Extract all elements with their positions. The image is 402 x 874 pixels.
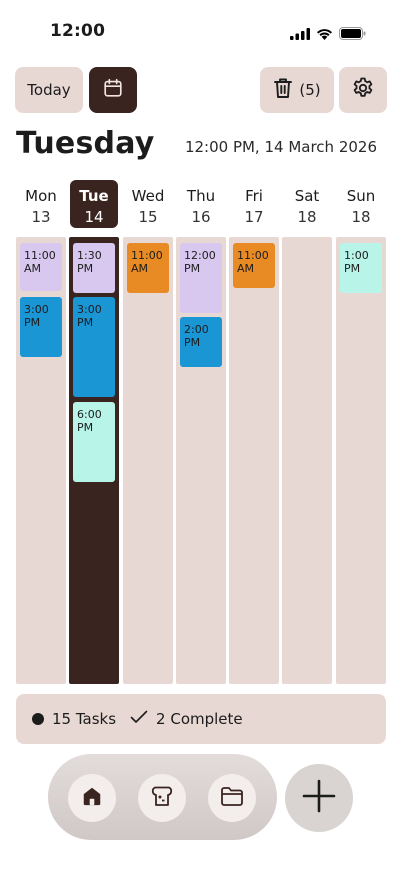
day-column-sun[interactable]: 1:00 PM: [336, 237, 386, 684]
status-bar: 12:00: [0, 0, 402, 62]
day-name: Fri: [245, 187, 263, 205]
tasks-dot-icon: [32, 713, 44, 725]
day-column-tue[interactable]: 1:30 PM 3:00 PM 6:00 PM: [69, 237, 119, 684]
nav-bread-button[interactable]: [138, 774, 186, 822]
day-number: 15: [138, 208, 158, 226]
event-block[interactable]: 1:00 PM: [340, 243, 382, 293]
day-column-mon[interactable]: 11:00 AM 3:00 PM: [16, 237, 66, 684]
settings-button[interactable]: [339, 67, 387, 113]
home-icon: [81, 785, 103, 811]
event-block[interactable]: 11:00 AM: [233, 243, 275, 288]
day-number: 17: [244, 208, 264, 226]
event-time: 1:30 PM: [77, 249, 102, 275]
event-time: 6:00 PM: [77, 408, 102, 434]
plus-icon: [302, 779, 336, 817]
page-title: Tuesday: [16, 126, 155, 161]
day-number: 18: [297, 208, 317, 226]
day-header-thu[interactable]: Thu 16: [177, 180, 225, 228]
day-number: 16: [191, 208, 211, 226]
trash-count: (5): [299, 81, 321, 99]
calendar-button[interactable]: [89, 67, 137, 113]
task-summary-bar[interactable]: 15 Tasks 2 Complete: [16, 694, 386, 744]
signal-icon: [290, 25, 310, 44]
day-name: Wed: [131, 187, 165, 205]
event-block[interactable]: 3:00 PM: [73, 297, 115, 397]
day-header-sat[interactable]: Sat 18: [283, 180, 331, 228]
day-column-wed[interactable]: 11:00 AM: [123, 237, 173, 684]
day-column-fri[interactable]: 11:00 AM: [229, 237, 279, 684]
tasks-count: 15 Tasks: [52, 710, 117, 728]
event-time: 11:00 AM: [237, 249, 269, 275]
day-header-sun[interactable]: Sun 18: [337, 180, 385, 228]
event-time: 3:00 PM: [77, 303, 102, 329]
event-block[interactable]: 11:00 AM: [127, 243, 169, 293]
event-block[interactable]: 3:00 PM: [20, 297, 62, 357]
day-name: Tue: [79, 187, 109, 205]
today-button[interactable]: Today: [15, 67, 83, 113]
event-block[interactable]: 6:00 PM: [73, 402, 115, 482]
gear-icon: [351, 76, 375, 104]
event-block[interactable]: 1:30 PM: [73, 243, 115, 293]
day-number: 13: [31, 208, 51, 226]
status-icons: [290, 25, 366, 44]
event-block[interactable]: 2:00 PM: [180, 317, 222, 367]
day-name: Mon: [25, 187, 57, 205]
day-number: 18: [351, 208, 371, 226]
event-time: 2:00 PM: [184, 323, 209, 349]
folder-icon: [219, 784, 245, 812]
status-time: 12:00: [50, 21, 106, 41]
day-header-mon[interactable]: Mon 13: [17, 180, 65, 228]
event-time: 11:00 AM: [24, 249, 56, 275]
bread-icon: [150, 784, 174, 812]
calendar-screen: 12:00 Today (5) Tuesday 12:00 PM, 14 Mar…: [0, 0, 402, 874]
event-time: 3:00 PM: [24, 303, 49, 329]
event-block[interactable]: 12:00 PM: [180, 243, 222, 313]
day-number: 14: [84, 208, 104, 226]
today-button-label: Today: [27, 81, 71, 99]
day-column-thu[interactable]: 12:00 PM 2:00 PM: [176, 237, 226, 684]
day-name: Sun: [346, 187, 376, 205]
calendar-icon: [102, 77, 124, 103]
day-header-wed[interactable]: Wed 15: [124, 180, 172, 228]
event-time: 12:00 PM: [184, 249, 216, 275]
day-header-tue[interactable]: Tue 14: [70, 180, 118, 228]
nav-home-button[interactable]: [68, 774, 116, 822]
trash-icon: [273, 77, 293, 103]
day-header-fri[interactable]: Fri 17: [230, 180, 278, 228]
checkmark-icon: [130, 710, 148, 728]
current-datetime: 12:00 PM, 14 March 2026: [184, 138, 377, 156]
event-block[interactable]: 11:00 AM: [20, 243, 62, 291]
trash-button[interactable]: (5): [260, 67, 334, 113]
event-time: 1:00 PM: [344, 249, 369, 275]
day-name: Thu: [186, 187, 216, 205]
add-button[interactable]: [285, 764, 353, 832]
complete-count: 2 Complete: [156, 710, 243, 728]
event-time: 11:00 AM: [131, 249, 163, 275]
nav-folder-button[interactable]: [208, 774, 256, 822]
battery-icon: [339, 25, 366, 44]
day-name: Sat: [294, 187, 320, 205]
day-column-sat[interactable]: [282, 237, 332, 684]
wifi-icon: [316, 25, 333, 44]
